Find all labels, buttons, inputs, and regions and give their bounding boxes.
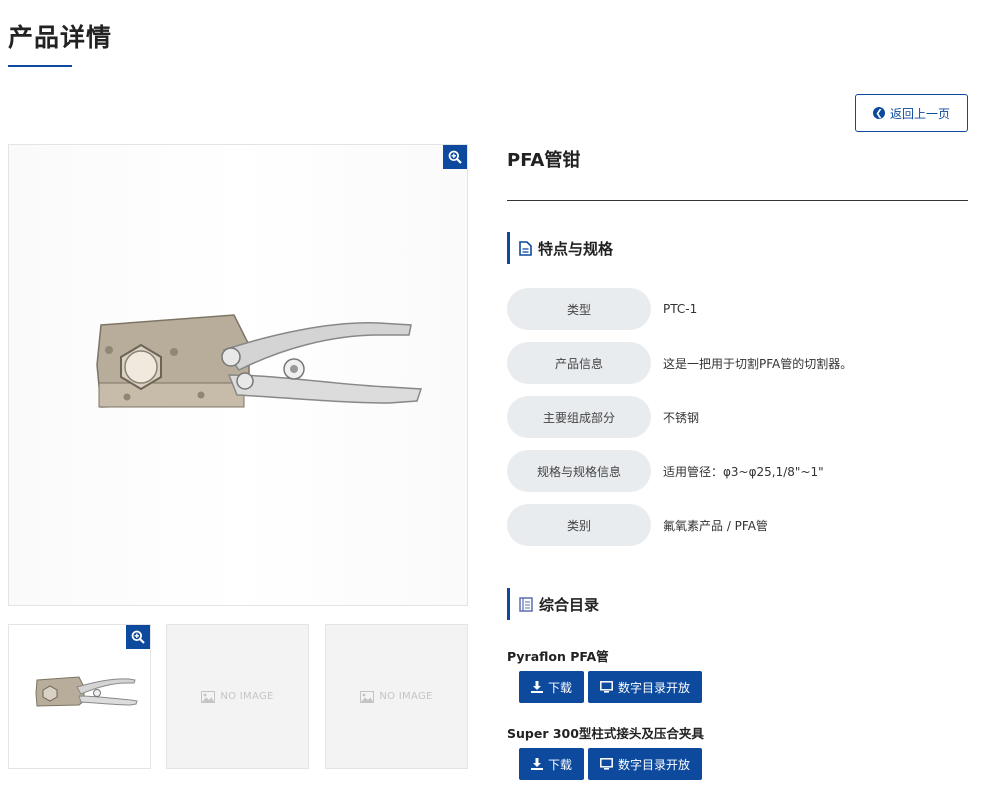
spec-value: 这是一把用于切割PFA管的切割器。: [663, 356, 853, 371]
spec-row-info: 产品信息 这是一把用于切割PFA管的切割器。: [507, 342, 852, 384]
product-name: PFA管钳: [507, 150, 581, 171]
zoom-main-image-button[interactable]: [443, 145, 467, 169]
image-placeholder-icon: [360, 690, 375, 703]
image-placeholder-icon: [201, 690, 216, 703]
catalog-item-name: Super 300型柱式接头及压合夹具: [507, 726, 704, 741]
spec-row-category: 类别 氟氧素产品 / PFA管: [507, 504, 768, 546]
spec-value: 不锈钢: [663, 410, 700, 425]
download-icon: [530, 758, 543, 770]
zoom-in-icon: [131, 630, 145, 644]
download-button[interactable]: 下载: [519, 671, 584, 703]
no-image-text: NO IMAGE: [220, 691, 274, 702]
digital-catalog-button-label: 数字目录开放: [617, 680, 690, 695]
monitor-icon: [600, 681, 613, 693]
document-icon: [519, 240, 532, 256]
zoom-thumbnail-button[interactable]: [126, 625, 150, 649]
spec-value: 氟氧素产品 / PFA管: [663, 518, 768, 533]
page-title: 产品详情: [8, 23, 113, 52]
product-name-divider: [507, 200, 968, 201]
spec-label: 主要组成部分: [507, 396, 651, 438]
main-product-image[interactable]: [8, 144, 468, 606]
digital-catalog-button[interactable]: 数字目录开放: [588, 671, 702, 703]
download-icon: [530, 681, 543, 693]
catalog-item-name: Pyraflon PFA管: [507, 649, 609, 664]
no-image-text: NO IMAGE: [379, 691, 433, 702]
title-underline: [8, 65, 72, 67]
arrow-left-circle-icon: ❮: [872, 107, 885, 119]
specs-heading-text: 特点与规格: [538, 239, 614, 258]
specs-section-heading: 特点与规格: [507, 232, 613, 264]
spec-value: 适用管径：φ3~φ25,1/8"~1": [663, 464, 824, 479]
digital-catalog-button[interactable]: 数字目录开放: [588, 748, 702, 780]
thumbnail-1[interactable]: [8, 624, 151, 769]
monitor-icon: [600, 758, 613, 770]
digital-catalog-button-label: 数字目录开放: [617, 757, 690, 772]
spec-label: 产品信息: [507, 342, 651, 384]
zoom-in-icon: [448, 150, 462, 164]
catalog-book-icon: [519, 596, 533, 612]
pipe-cutter-image: [96, 314, 423, 408]
catalog-heading-text: 综合目录: [539, 595, 600, 614]
spec-row-spec: 规格与规格信息 适用管径：φ3~φ25,1/8"~1": [507, 450, 824, 492]
spec-label: 规格与规格信息: [507, 450, 651, 492]
spec-value: PTC-1: [663, 302, 698, 316]
catalog-section-heading: 综合目录: [507, 588, 599, 620]
back-button-label: 返回上一页: [889, 106, 950, 121]
back-button[interactable]: ❮ 返回上一页: [855, 94, 968, 132]
spec-row-material: 主要组成部分 不锈钢: [507, 396, 699, 438]
thumbnail-2[interactable]: NO IMAGE: [166, 624, 309, 769]
catalog-item-buttons: 下载 数字目录开放: [519, 671, 702, 703]
spec-row-type: 类型 PTC-1: [507, 288, 697, 330]
spec-label: 类别: [507, 504, 651, 546]
download-button[interactable]: 下载: [519, 748, 584, 780]
download-button-label: 下载: [547, 757, 572, 772]
spec-label: 类型: [507, 288, 651, 330]
catalog-item-buttons: 下载 数字目录开放: [519, 748, 702, 780]
download-button-label: 下载: [547, 680, 572, 695]
thumbnail-3[interactable]: NO IMAGE: [325, 624, 468, 769]
